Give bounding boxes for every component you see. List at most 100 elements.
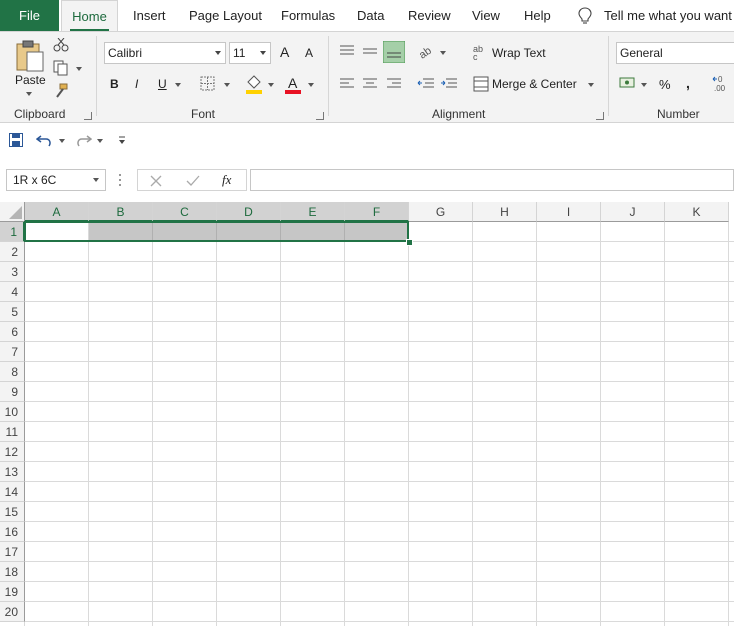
align-center-icon[interactable] — [362, 77, 378, 91]
column-header-d[interactable]: D — [217, 202, 281, 222]
wrap-text-button[interactable]: Wrap Text — [492, 46, 546, 60]
decrease-font-size-button[interactable]: A — [305, 46, 313, 60]
name-box-dropdown-icon[interactable] — [93, 178, 99, 182]
column-header-b[interactable]: B — [89, 202, 153, 222]
row-header-1[interactable]: 1 — [0, 222, 25, 242]
bold-button[interactable]: B — [110, 77, 119, 91]
fill-color-icon[interactable] — [245, 74, 263, 94]
underline-dropdown-icon[interactable] — [175, 83, 181, 87]
row-header-12[interactable]: 12 — [0, 442, 25, 462]
row-header-16[interactable]: 16 — [0, 522, 25, 542]
font-size-dropdown[interactable]: 11 — [229, 42, 271, 64]
row-header-7[interactable]: 7 — [0, 342, 25, 362]
save-icon[interactable] — [9, 133, 23, 147]
formula-input[interactable] — [250, 169, 734, 191]
insert-function-button[interactable]: fx — [222, 172, 231, 188]
paste-label[interactable]: Paste — [15, 73, 46, 87]
bottom-align-icon[interactable] — [383, 41, 405, 63]
italic-button[interactable]: I — [135, 77, 138, 91]
column-header-j[interactable]: J — [601, 202, 665, 222]
column-header-e[interactable]: E — [281, 202, 345, 222]
row-header-10[interactable]: 10 — [0, 402, 25, 422]
wrap-text-icon[interactable]: abc — [473, 43, 489, 61]
top-align-icon[interactable] — [339, 44, 355, 58]
row-header-13[interactable]: 13 — [0, 462, 25, 482]
orientation-icon[interactable]: ab — [417, 42, 435, 60]
customize-toolbar-icon[interactable] — [118, 134, 126, 146]
fill-handle[interactable] — [406, 239, 413, 246]
row-header-8[interactable]: 8 — [0, 362, 25, 382]
decrease-indent-icon[interactable] — [417, 77, 435, 91]
format-painter-icon[interactable] — [53, 83, 69, 99]
redo-dropdown-icon[interactable] — [97, 139, 103, 143]
align-left-icon[interactable] — [339, 77, 355, 91]
accounting-format-icon[interactable] — [619, 76, 637, 92]
redo-icon[interactable] — [74, 132, 92, 148]
clipboard-dialog-launcher[interactable] — [84, 112, 92, 120]
tab-home[interactable]: Home — [61, 0, 118, 31]
fill-color-dropdown-icon[interactable] — [268, 83, 274, 87]
comma-style-button[interactable]: , — [686, 75, 690, 91]
worksheet-grid[interactable]: A B C D E F G H I J K 1 2 3 4 5 6 7 8 9 10 11 12 13 14 15 16 17 18 19… — [0, 202, 734, 626]
column-header-i[interactable]: I — [537, 202, 601, 222]
row-header-5[interactable]: 5 — [0, 302, 25, 322]
merge-center-button[interactable]: Merge & Center — [492, 77, 577, 91]
tab-review[interactable]: Review — [408, 0, 451, 31]
column-header-h[interactable]: H — [473, 202, 537, 222]
middle-align-icon[interactable] — [362, 44, 378, 58]
undo-dropdown-icon[interactable] — [59, 139, 65, 143]
copy-dropdown-icon[interactable] — [76, 67, 82, 71]
borders-dropdown-icon[interactable] — [224, 83, 230, 87]
font-name-dropdown[interactable]: Calibri — [104, 42, 226, 64]
tab-page-layout[interactable]: Page Layout — [189, 0, 262, 31]
column-header-a[interactable]: A — [25, 202, 89, 222]
orientation-dropdown-icon[interactable] — [440, 51, 446, 55]
increase-indent-icon[interactable] — [440, 77, 458, 91]
column-header-g[interactable]: G — [409, 202, 473, 222]
increase-decimal-icon[interactable]: 0 .00 — [712, 74, 732, 94]
column-header-k[interactable]: K — [665, 202, 729, 222]
row-header-15[interactable]: 15 — [0, 502, 25, 522]
row-header-4[interactable]: 4 — [0, 282, 25, 302]
row-header-20[interactable]: 20 — [0, 602, 25, 622]
confirm-entry-icon[interactable] — [186, 175, 200, 187]
accounting-format-dropdown-icon[interactable] — [641, 83, 647, 87]
tab-formulas[interactable]: Formulas — [281, 0, 335, 31]
percent-style-button[interactable]: % — [659, 77, 671, 92]
copy-icon[interactable] — [53, 60, 69, 76]
tell-me-search[interactable]: Tell me what you want to — [604, 0, 734, 54]
row-header-17[interactable]: 17 — [0, 542, 25, 562]
underline-button[interactable]: U — [158, 77, 167, 91]
tab-file[interactable]: File — [0, 0, 59, 31]
select-all-corner[interactable] — [0, 202, 25, 222]
alignment-dialog-launcher[interactable] — [596, 112, 604, 120]
tab-insert[interactable]: Insert — [133, 0, 166, 31]
paste-dropdown-icon[interactable] — [26, 92, 32, 96]
align-right-icon[interactable] — [386, 77, 402, 91]
tab-view[interactable]: View — [472, 0, 500, 31]
column-header-c[interactable]: C — [153, 202, 217, 222]
font-color-dropdown-icon[interactable] — [308, 83, 314, 87]
number-format-dropdown[interactable]: General — [616, 42, 734, 64]
row-header-6[interactable]: 6 — [0, 322, 25, 342]
undo-icon[interactable] — [36, 132, 54, 148]
row-header-3[interactable]: 3 — [0, 262, 25, 282]
merge-center-dropdown-icon[interactable] — [588, 83, 594, 87]
cut-icon[interactable] — [53, 38, 69, 52]
row-header-11[interactable]: 11 — [0, 422, 25, 442]
row-header-19[interactable]: 19 — [0, 582, 25, 602]
tab-data[interactable]: Data — [357, 0, 384, 31]
merge-center-icon[interactable] — [473, 76, 489, 92]
cancel-entry-icon[interactable] — [150, 175, 162, 187]
row-header-9[interactable]: 9 — [0, 382, 25, 402]
column-header-f[interactable]: F — [345, 202, 409, 222]
more-options-icon[interactable] — [118, 173, 122, 187]
tab-help[interactable]: Help — [524, 0, 551, 31]
paste-icon[interactable] — [14, 39, 46, 73]
row-header-2[interactable]: 2 — [0, 242, 25, 262]
font-color-button[interactable]: A — [288, 75, 297, 91]
increase-font-size-button[interactable]: A — [280, 44, 289, 60]
borders-icon[interactable] — [200, 76, 216, 92]
row-header-18[interactable]: 18 — [0, 562, 25, 582]
font-dialog-launcher[interactable] — [316, 112, 324, 120]
